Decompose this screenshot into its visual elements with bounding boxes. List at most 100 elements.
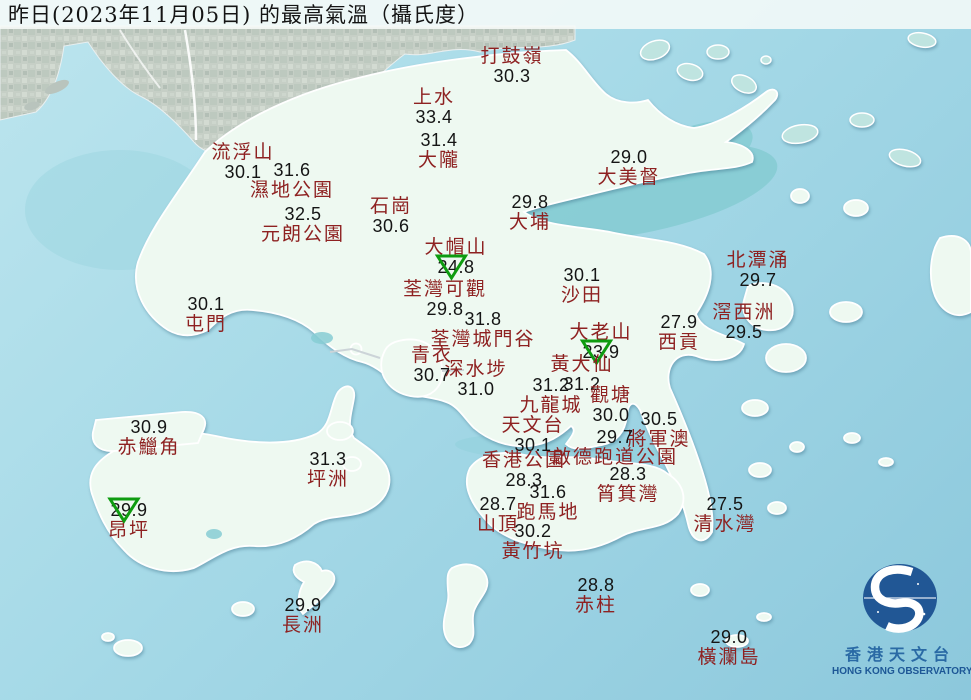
station: 打鼓嶺 30.3: [480, 46, 543, 86]
station-name: 深水埗: [444, 358, 508, 380]
station-value: 30.5: [640, 409, 678, 429]
station-value: 28.7: [479, 494, 517, 514]
station-name: 大埔: [508, 211, 552, 233]
station: 29.0 大美督: [597, 147, 660, 187]
station-name: 大老山: [569, 321, 633, 343]
station-value: 29.9: [110, 500, 148, 520]
hko-logo-icon: [863, 564, 937, 633]
station: 27.5 清水灣: [693, 494, 756, 534]
station: 29.9 昂坪: [107, 497, 150, 540]
station-value: 31.6: [273, 160, 311, 180]
station: 30.1 屯門: [185, 294, 227, 334]
station-name: 九龍城: [519, 394, 583, 416]
station-value: 29.5: [725, 322, 763, 342]
station: 31.4 大隴: [418, 130, 460, 170]
station-value: 29.8: [511, 192, 549, 212]
station-name: 西貢: [657, 331, 701, 353]
station-name: 屯門: [184, 313, 228, 335]
station-value: 31.2: [532, 375, 570, 395]
hko-name-zh: 香港天文台: [844, 645, 955, 664]
station-value: 30.2: [514, 521, 552, 541]
station: 27.9 西貢: [658, 312, 700, 352]
station-name: 上水: [412, 86, 456, 108]
station-value: 32.5: [284, 204, 322, 224]
weather-map: 昨日(2023年11月05日) 的最高氣溫（攝氏度） 打鼓嶺 30.3 上水 3…: [0, 0, 971, 700]
station-name: 長洲: [281, 614, 325, 636]
station-value: 29.0: [710, 627, 748, 647]
station: 28.3 筲箕灣: [596, 464, 659, 504]
station-value: 24.8: [437, 257, 475, 277]
station-value: 31.6: [529, 482, 567, 502]
station-value: 31.0: [457, 379, 495, 399]
station-name: 跑馬地: [516, 501, 580, 523]
east-edge-island: [929, 235, 971, 317]
station-value: 27.5: [706, 494, 744, 514]
station: 上水 33.4: [413, 87, 455, 127]
station-value: 28.8: [577, 575, 615, 595]
station-value: 30.9: [130, 417, 168, 437]
station: 滘西洲 29.5: [712, 302, 775, 342]
station-value: 29.0: [610, 147, 648, 167]
station: 大帽山 24.8: [424, 236, 488, 281]
station-name: 大隴: [417, 149, 461, 171]
station-name: 流浮山: [211, 141, 275, 163]
station-value: 33.4: [415, 107, 453, 127]
station-name: 沙田: [560, 284, 604, 306]
title-bar: 昨日(2023年11月05日) 的最高氣溫（攝氏度）: [0, 0, 971, 29]
station-value: 29.7: [596, 427, 634, 447]
station: 29.8 大埔: [509, 192, 551, 232]
station-value: 30.1: [563, 265, 601, 285]
station-name: 黃竹坑: [501, 540, 565, 562]
station-value: 30.3: [493, 66, 531, 86]
tap-mun-island: [790, 188, 810, 204]
station-name: 橫瀾島: [697, 646, 761, 668]
station-value: 29.7: [739, 270, 777, 290]
station-value: 27.9: [660, 312, 698, 332]
station-value: 30.6: [372, 216, 410, 236]
station-name: 元朗公園: [260, 223, 346, 245]
station: 30.9 赤鱲角: [117, 417, 180, 457]
station-name: 荃灣可觀: [402, 278, 488, 300]
station: 29.9 長洲: [282, 595, 324, 635]
station-name: 赤柱: [574, 594, 618, 616]
station-name: 觀塘: [589, 384, 633, 406]
station-name: 筲箕灣: [596, 483, 660, 505]
hko-logo: 香港天文台 HONG KONG OBSERVATORY: [832, 562, 971, 677]
station-name: 清水灣: [693, 513, 757, 535]
station: 31.6 濕地公園: [250, 160, 334, 200]
station-name: 香港公園: [481, 449, 567, 471]
station: 31.6 跑馬地: [516, 482, 579, 522]
station-name: 滘西洲: [712, 301, 776, 323]
station-name: 大美督: [597, 166, 661, 188]
station-value: 28.3: [609, 464, 647, 484]
lamma-island: [442, 563, 489, 649]
hong-kong-base-map: [0, 25, 971, 657]
station-name: 濕地公園: [249, 179, 335, 201]
station: 31.3 坪洲: [307, 449, 349, 489]
station: 觀塘 30.0: [590, 385, 632, 425]
station-value: 30.1: [187, 294, 225, 314]
station-name: 大帽山: [424, 236, 488, 258]
station: 30.2 黃竹坑: [501, 521, 564, 561]
station: 石崗 30.6: [370, 196, 412, 236]
station-value: 31.4: [420, 130, 458, 150]
station-name: 石崗: [369, 195, 413, 217]
station-name: 黃大仙: [550, 353, 614, 375]
station-name: 坪洲: [306, 468, 350, 490]
station-value: 29.9: [284, 595, 322, 615]
station-value: 30.0: [592, 405, 630, 425]
station: 31.8 荃灣城門谷: [430, 309, 535, 349]
station: 29.0 橫瀾島: [697, 627, 760, 667]
station-name: 北潭涌: [726, 249, 790, 271]
station: 30.1 沙田: [561, 265, 603, 305]
station-name: 赤鱲角: [117, 436, 181, 458]
station-value: 31.3: [309, 449, 347, 469]
station-value: 31.8: [464, 309, 502, 329]
grass-island: [843, 199, 869, 217]
station: 28.8 赤柱: [575, 575, 617, 615]
station: 深水埗 31.0: [444, 359, 507, 399]
station-name: 打鼓嶺: [480, 45, 544, 67]
shek-kwu-chau-island: [231, 601, 255, 617]
station: 29.7 啟德跑道公園: [552, 427, 678, 467]
map-title: 昨日(2023年11月05日) 的最高氣溫（攝氏度）: [8, 3, 479, 27]
